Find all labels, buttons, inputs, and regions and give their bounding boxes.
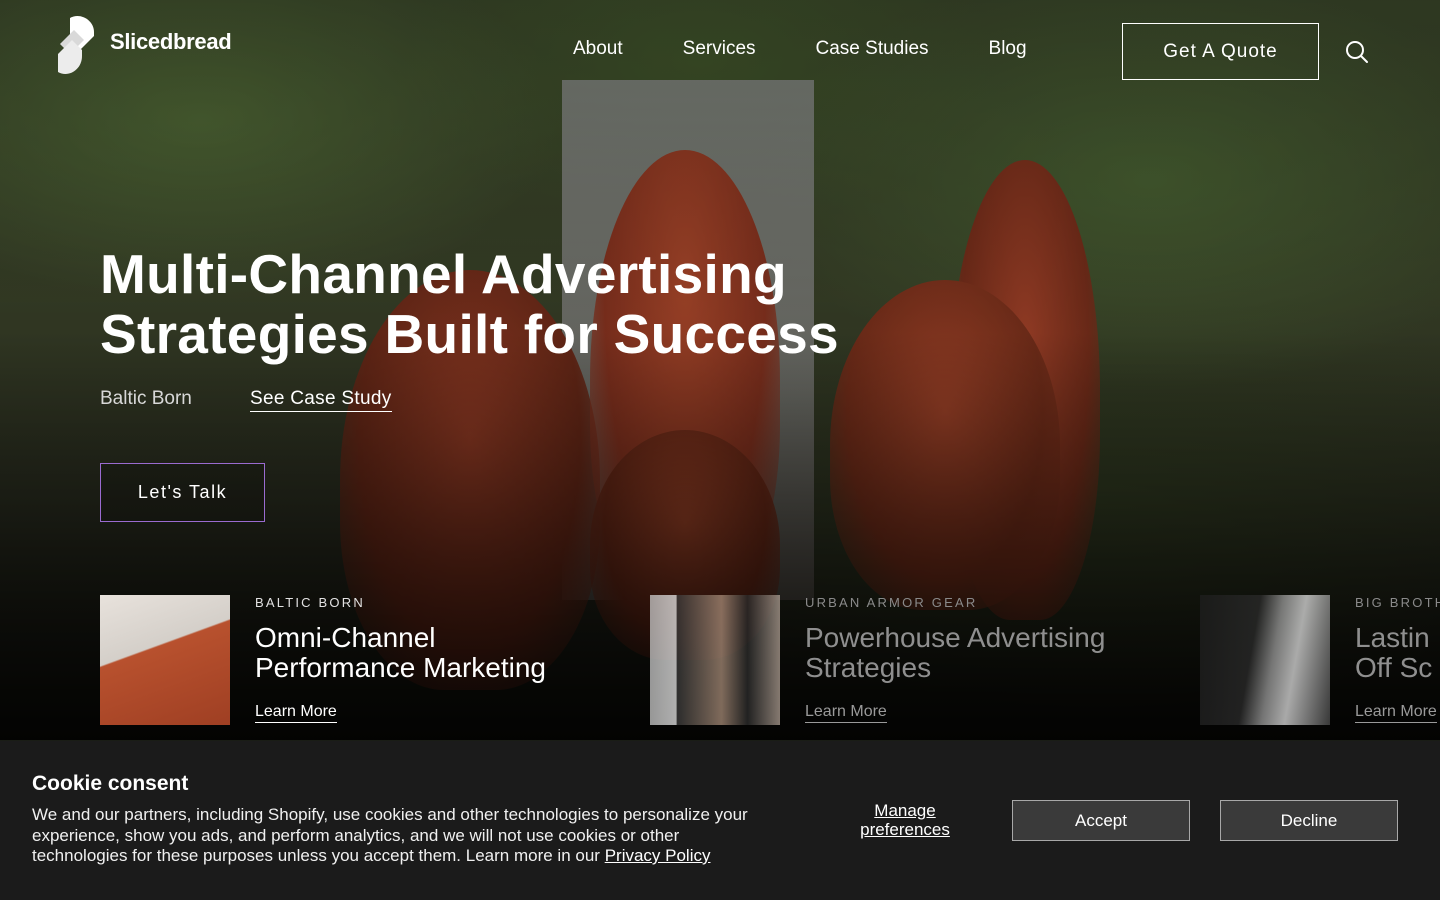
see-case-study-link[interactable]: See Case Study (250, 388, 392, 412)
manage-preferences-link[interactable]: Manage preferences (852, 801, 958, 839)
lets-talk-button[interactable]: Let's Talk (100, 463, 265, 522)
slicedbread-logo-icon (58, 15, 94, 75)
cookie-consent-banner: Cookie consent We and our partners, incl… (0, 741, 1440, 900)
cookie-title: Cookie consent (32, 772, 189, 795)
case-thumbnail (100, 595, 230, 725)
case-title: Lastin Off Sc (1355, 622, 1433, 683)
decline-button[interactable]: Decline (1220, 800, 1398, 841)
case-thumbnail (1200, 595, 1330, 725)
search-button[interactable] (1344, 39, 1370, 65)
nav-item-services[interactable]: Services (683, 38, 756, 60)
case-client-name: URBAN ARMOR GEAR (805, 595, 978, 610)
learn-more-link[interactable]: Learn More (805, 703, 887, 723)
case-title: Powerhouse Advertising Strategies (805, 622, 1106, 683)
case-thumbnail (650, 595, 780, 725)
case-client-name: BIG BROTHE (1355, 595, 1440, 610)
nav-item-case-studies[interactable]: Case Studies (816, 38, 929, 60)
logo-link[interactable]: Slicedbread (50, 14, 232, 76)
nav-item-blog[interactable]: Blog (989, 38, 1027, 60)
hero-title: Multi-Channel Advertising Strategies Bui… (100, 243, 839, 365)
learn-more-link[interactable]: Learn More (255, 703, 337, 723)
search-icon (1346, 41, 1368, 63)
cookie-description: We and our partners, including Shopify, … (32, 805, 762, 867)
case-client-name: BALTIC BORN (255, 595, 365, 610)
brand-name: Slicedbread (110, 29, 232, 54)
accept-button[interactable]: Accept (1012, 800, 1190, 841)
privacy-policy-link[interactable]: Privacy Policy (605, 846, 711, 865)
hero-client-name: Baltic Born (100, 388, 192, 409)
case-card[interactable]: BIG BROTHE Lastin Off Sc Learn More (1200, 595, 1440, 727)
case-title: Omni-Channel Performance Marketing (255, 622, 547, 683)
main-nav: About Services Case Studies Blog (573, 38, 1087, 60)
learn-more-link[interactable]: Learn More (1355, 703, 1437, 723)
get-a-quote-button[interactable]: Get A Quote (1122, 23, 1319, 80)
nav-item-about[interactable]: About (573, 38, 623, 60)
site-header: Slicedbread About Services Case Studies … (0, 0, 1440, 100)
